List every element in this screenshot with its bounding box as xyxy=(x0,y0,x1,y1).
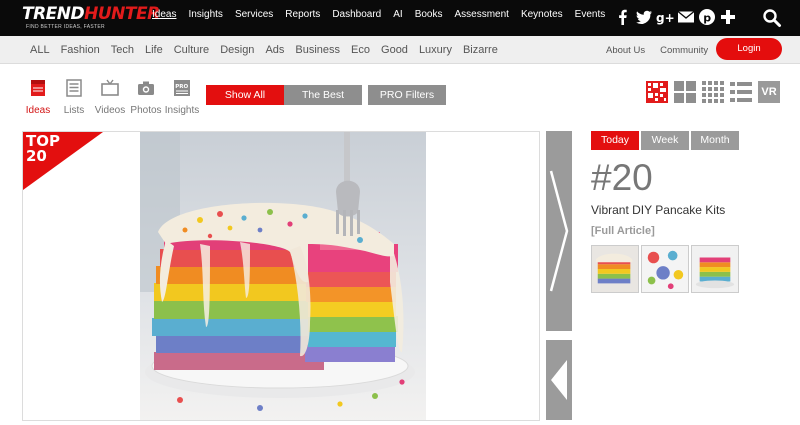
trendhunter-logo[interactable]: TRENDHUNTER FIND BETTER IDEAS, FASTER xyxy=(22,4,160,32)
social-links: g+ p xyxy=(614,8,740,26)
top-bar: TRENDHUNTER FIND BETTER IDEAS, FASTER Id… xyxy=(0,0,800,36)
community-link[interactable]: Community xyxy=(660,45,708,56)
topnav-events[interactable]: Events xyxy=(575,9,606,21)
article-title[interactable]: Vibrant DIY Pancake Kits xyxy=(591,203,725,217)
topnav-ai[interactable]: AI xyxy=(393,9,402,21)
type-ideas[interactable]: Ideas xyxy=(20,78,56,118)
tab-today[interactable]: Today xyxy=(591,131,639,150)
category-business[interactable]: Business xyxy=(295,44,340,56)
content-type-tabs: Ideas Lists Videos Photos PRO Insights xyxy=(20,78,200,118)
category-fashion[interactable]: Fashion xyxy=(61,44,100,56)
topnav-reports[interactable]: Reports xyxy=(285,9,320,21)
chevron-left-icon xyxy=(551,360,567,400)
tv-icon xyxy=(101,79,119,96)
the-best-button[interactable]: The Best xyxy=(284,85,362,105)
topnav-keynotes[interactable]: Keynotes xyxy=(521,9,563,21)
top-20-label: TOP 20 xyxy=(26,134,60,164)
category-bizarre[interactable]: Bizarre xyxy=(463,44,498,56)
category-eco[interactable]: Eco xyxy=(351,44,370,56)
svg-text:PRO: PRO xyxy=(175,84,188,90)
topnav-assessment[interactable]: Assessment xyxy=(454,9,508,21)
google-plus-icon[interactable]: g+ xyxy=(656,8,674,26)
article-thumbnails xyxy=(591,245,741,293)
logo-tagline: FIND BETTER IDEAS, FASTER xyxy=(26,24,105,30)
small-grid-view-icon[interactable] xyxy=(702,81,724,103)
category-list: ALL Fashion Tech Life Culture Design Ads… xyxy=(30,44,509,56)
pro-icon: PRO xyxy=(174,80,190,96)
tab-month[interactable]: Month xyxy=(691,131,739,150)
login-button[interactable]: Login xyxy=(716,38,782,60)
featured-image-frame: TOP 20 xyxy=(22,131,540,421)
mail-icon[interactable] xyxy=(677,8,695,26)
type-photos[interactable]: Photos xyxy=(128,78,164,118)
thumbnail-2[interactable] xyxy=(641,245,689,293)
category-ads[interactable]: Ads xyxy=(265,44,284,56)
svg-text:p: p xyxy=(703,12,711,25)
pro-filters-button[interactable]: PRO Filters xyxy=(368,85,446,105)
full-article-link[interactable]: [Full Article] xyxy=(591,225,655,237)
type-lists-label: Lists xyxy=(63,105,85,116)
thumbnail-1[interactable] xyxy=(591,245,639,293)
plus-icon[interactable] xyxy=(719,8,737,26)
category-life[interactable]: Life xyxy=(145,44,163,56)
next-arrow-button[interactable] xyxy=(546,131,572,331)
top-nav: Ideas Insights Services Reports Dashboar… xyxy=(152,9,617,21)
category-good[interactable]: Good xyxy=(381,44,408,56)
topnav-insights[interactable]: Insights xyxy=(188,9,222,21)
type-videos-label: Videos xyxy=(94,105,126,116)
category-design[interactable]: Design xyxy=(220,44,254,56)
type-ideas-label: Ideas xyxy=(25,105,51,116)
view-mode-switcher: VR xyxy=(646,81,780,103)
logo-hunter: HUNTER xyxy=(84,4,160,24)
lists-icon xyxy=(66,79,82,97)
prev-arrow-button[interactable] xyxy=(546,340,572,420)
topnav-dashboard[interactable]: Dashboard xyxy=(332,9,381,21)
thumbnail-3[interactable] xyxy=(691,245,739,293)
topnav-ideas[interactable]: Ideas xyxy=(152,9,176,21)
search-icon[interactable] xyxy=(762,8,782,28)
type-videos[interactable]: Videos xyxy=(92,78,128,118)
tab-week[interactable]: Week xyxy=(641,131,689,150)
article-rank: #20 xyxy=(591,157,653,198)
chevron-right-icon xyxy=(549,170,569,292)
pancake-photo[interactable] xyxy=(140,132,426,421)
filter-buttons: Show All The Best PRO Filters xyxy=(206,85,446,105)
topnav-services[interactable]: Services xyxy=(235,9,273,21)
mosaic-view-icon[interactable] xyxy=(646,81,668,103)
category-bar: ALL Fashion Tech Life Culture Design Ads… xyxy=(0,36,800,64)
large-grid-view-icon[interactable] xyxy=(674,81,696,103)
type-photos-label: Photos xyxy=(130,105,162,116)
account-links: About Us Community xyxy=(606,45,723,56)
about-us-link[interactable]: About Us xyxy=(606,45,645,56)
list-view-icon[interactable] xyxy=(730,81,752,103)
category-tech[interactable]: Tech xyxy=(111,44,134,56)
pinterest-icon[interactable]: p xyxy=(698,8,716,26)
category-culture[interactable]: Culture xyxy=(174,44,209,56)
facebook-icon[interactable] xyxy=(614,8,632,26)
svg-text:g+: g+ xyxy=(656,11,674,25)
category-all[interactable]: ALL xyxy=(30,44,50,56)
vr-view-button[interactable]: VR xyxy=(758,81,780,103)
twitter-icon[interactable] xyxy=(635,8,653,26)
logo-trend: TREND xyxy=(22,4,85,24)
type-insights[interactable]: PRO Insights xyxy=(164,78,200,118)
topnav-books[interactable]: Books xyxy=(415,9,443,21)
camera-icon xyxy=(138,81,154,95)
show-all-button[interactable]: Show All xyxy=(206,85,284,105)
period-tabs: Today Week Month xyxy=(591,131,741,150)
category-luxury[interactable]: Luxury xyxy=(419,44,452,56)
type-insights-label: Insights xyxy=(164,105,200,116)
ideas-icon xyxy=(31,80,45,96)
type-lists[interactable]: Lists xyxy=(56,78,92,118)
ribbon-number: 20 xyxy=(26,147,47,165)
